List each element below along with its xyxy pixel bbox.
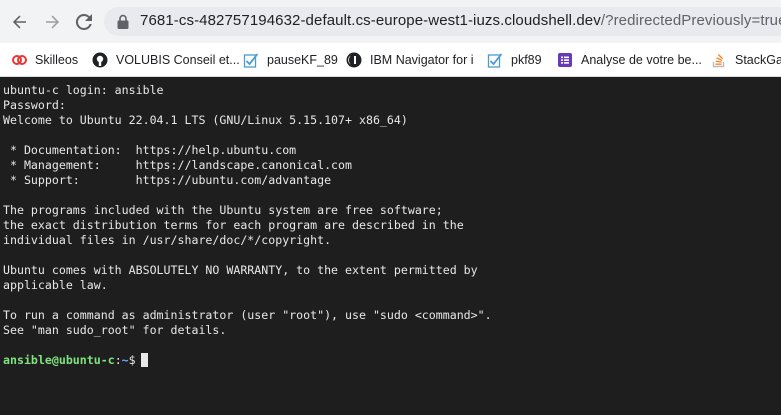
bookmark-skilleos[interactable]: Skilleos [11,49,78,71]
url-text[interactable]: 7681-cs-482757194632-default.cs-europe-w… [140,12,781,29]
terminal-line: Welcome to Ubuntu 22.04.1 LTS (GNU/Linux… [3,113,408,127]
prompt-path: ~ [121,353,129,367]
ibm-icon [346,52,362,68]
terminal-line: applicable law. [3,278,108,292]
browser-chrome: 7681-cs-482757194632-default.cs-europe-w… [0,0,781,77]
bookmark-label: IBM Navigator for i [370,53,474,67]
bookmark-ibm-navigator[interactable]: IBM Navigator for i [346,49,474,71]
terminal-line: * Management: https://landscape.canonica… [3,158,353,172]
terminal-line: To run a command as administrator (user … [3,308,492,322]
prompt-separator: : [114,353,122,367]
bookmark-label: pauseKF_89 [267,53,338,67]
terminal-line: ubuntu-c login: ansible [3,83,164,97]
prompt-user: ansible@ubuntu-c [3,353,115,367]
url-host: 7681-cs-482757194632-default.cs-europe-w… [140,12,601,29]
bookmark-label: StackGai [735,53,781,67]
terminal-line: the exact distribution terms for each pr… [3,218,464,232]
reload-icon [75,13,92,30]
bookmark-volubis[interactable]: VOLUBIS Conseil et... [92,49,240,71]
terminal[interactable]: ubuntu-c login: ansible Password: Welcom… [0,77,781,415]
check-doc-icon [243,52,259,68]
bookmark-pkf89[interactable]: pkf89 [487,49,542,71]
prompt-symbol: $ [128,353,136,367]
bookmark-label: VOLUBIS Conseil et... [116,53,240,67]
stackoverflow-icon [711,52,727,68]
check-doc-icon [487,52,503,68]
terminal-line: * Support: https://ubuntu.com/advantage [3,173,332,187]
bookmark-analyse[interactable]: Analyse de votre be... [557,49,702,71]
terminal-line: * Documentation: https://help.ubuntu.com [3,143,297,157]
forward-button[interactable] [40,10,64,34]
terminal-prompt[interactable]: ansible@ubuntu-c:~$ [3,353,148,368]
github-icon [92,52,108,68]
lock-icon[interactable] [116,14,130,30]
address-bar-row: 7681-cs-482757194632-default.cs-europe-w… [0,0,781,43]
skilleos-icon [11,52,27,68]
arrow-right-icon [46,15,60,29]
terminal-line: See "man sudo_root" for details. [3,323,227,337]
url-path: /?redirectedPreviously=true [600,12,781,29]
back-button[interactable] [8,10,32,34]
terminal-line: individual files in /usr/share/doc/*/cop… [3,233,332,247]
bookmark-label: Skilleos [35,53,79,67]
arrow-left-icon [12,15,26,29]
bookmark-pausekf89[interactable]: pauseKF_89 [243,49,338,71]
terminal-cursor [140,353,148,367]
terminal-line: The programs included with the Ubuntu sy… [3,203,443,217]
reload-button[interactable] [72,10,96,34]
bookmarks-bar: Skilleos VOLUBIS Conseil et... pauseKF_8… [0,43,781,77]
bookmark-stackgai[interactable]: StackGai [711,49,781,71]
bookmark-label: Analyse de votre be... [581,53,702,67]
bookmark-label: pkf89 [511,53,542,67]
terminal-line: Password: [3,98,66,112]
terminal-line: Ubuntu comes with ABSOLUTELY NO WARRANTY… [3,263,478,277]
form-icon [557,52,573,68]
